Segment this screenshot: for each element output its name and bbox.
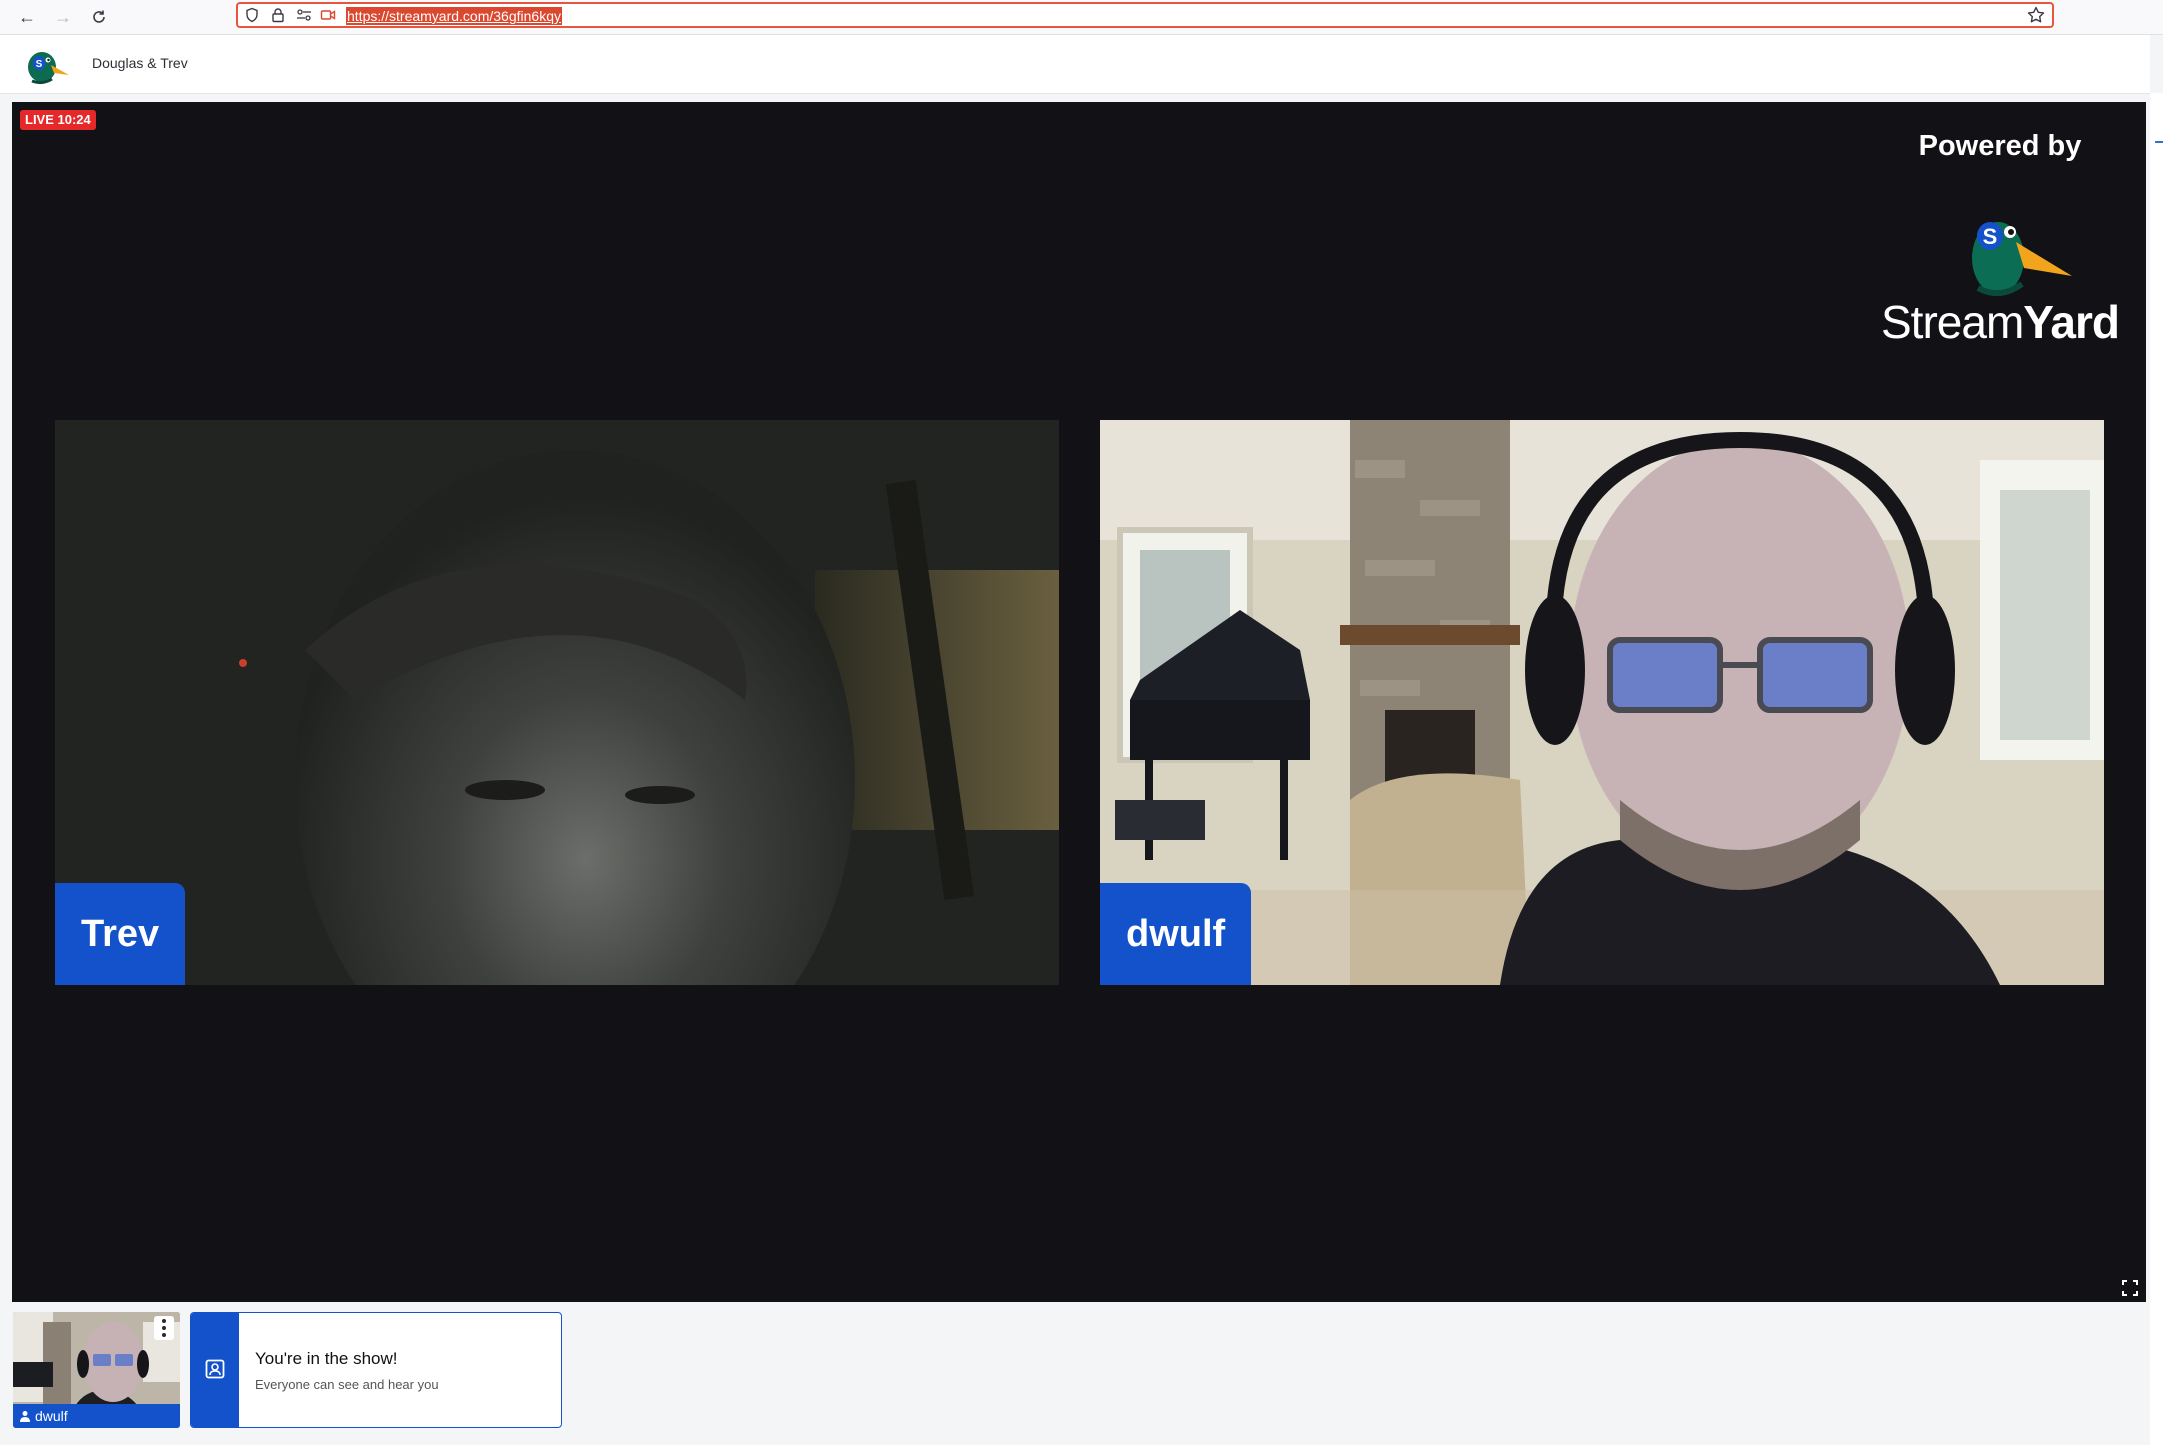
participant-video — [55, 420, 1059, 985]
self-name-label: dwulf — [13, 1404, 180, 1428]
streamyard-logo-icon[interactable]: S — [24, 45, 70, 85]
fullscreen-icon[interactable] — [2122, 1280, 2138, 1296]
notice-subtitle: Everyone can see and hear you — [255, 1377, 439, 1392]
svg-text:S: S — [1983, 224, 1998, 249]
participant-name-tag: dwulf — [1100, 883, 1252, 985]
powered-by-text: Powered by — [1918, 130, 2082, 162]
video-tile-trev[interactable]: Trev — [55, 420, 1059, 985]
powered-by-brand: StreamYard — [1881, 296, 2120, 348]
participant-options-button[interactable] — [154, 1316, 174, 1340]
powered-by-overlay: Powered by S StreamYard — [1880, 130, 2120, 348]
notice-title: You're in the show! — [255, 1349, 398, 1368]
reload-icon[interactable] — [88, 6, 110, 28]
in-show-notice: You're in the show! Everyone can see and… — [190, 1312, 562, 1428]
video-tile-dwulf[interactable]: dwulf — [1100, 420, 2104, 985]
permissions-icon[interactable] — [296, 7, 312, 23]
live-badge: LIVE 10:24 — [20, 110, 96, 130]
person-icon — [20, 1411, 30, 1422]
back-arrow-icon[interactable]: ← — [16, 6, 38, 28]
broadcast-title: Douglas & Trev — [92, 55, 188, 71]
scrollbar[interactable] — [2150, 93, 2163, 1445]
address-bar[interactable]: https://streamyard.com/36gfin6kqy — [236, 2, 2054, 28]
person-badge-icon — [205, 1359, 225, 1379]
svg-text:S: S — [36, 59, 43, 70]
streamyard-mascot-icon: S — [1972, 222, 2072, 296]
broadcast-stage: LIVE 10:24 Powered by S StreamYard Trev … — [12, 102, 2146, 1302]
camera-sharing-icon[interactable] — [320, 7, 336, 23]
self-name: dwulf — [35, 1408, 68, 1424]
bookmark-star-icon[interactable] — [2026, 5, 2046, 25]
forward-arrow-icon[interactable]: → — [52, 6, 74, 28]
url-text[interactable]: https://streamyard.com/36gfin6kqy — [346, 7, 562, 25]
lock-icon[interactable] — [270, 7, 286, 23]
participant-name-tag: Trev — [55, 883, 186, 985]
self-view-tile[interactable]: dwulf — [13, 1312, 180, 1428]
browser-toolbar: ← → https://streamyard.com/36gfin6kqy — [0, 0, 2163, 35]
notice-accent — [191, 1313, 239, 1427]
shield-icon[interactable] — [244, 7, 260, 23]
app-header: S Douglas & Trev — [0, 35, 2150, 94]
